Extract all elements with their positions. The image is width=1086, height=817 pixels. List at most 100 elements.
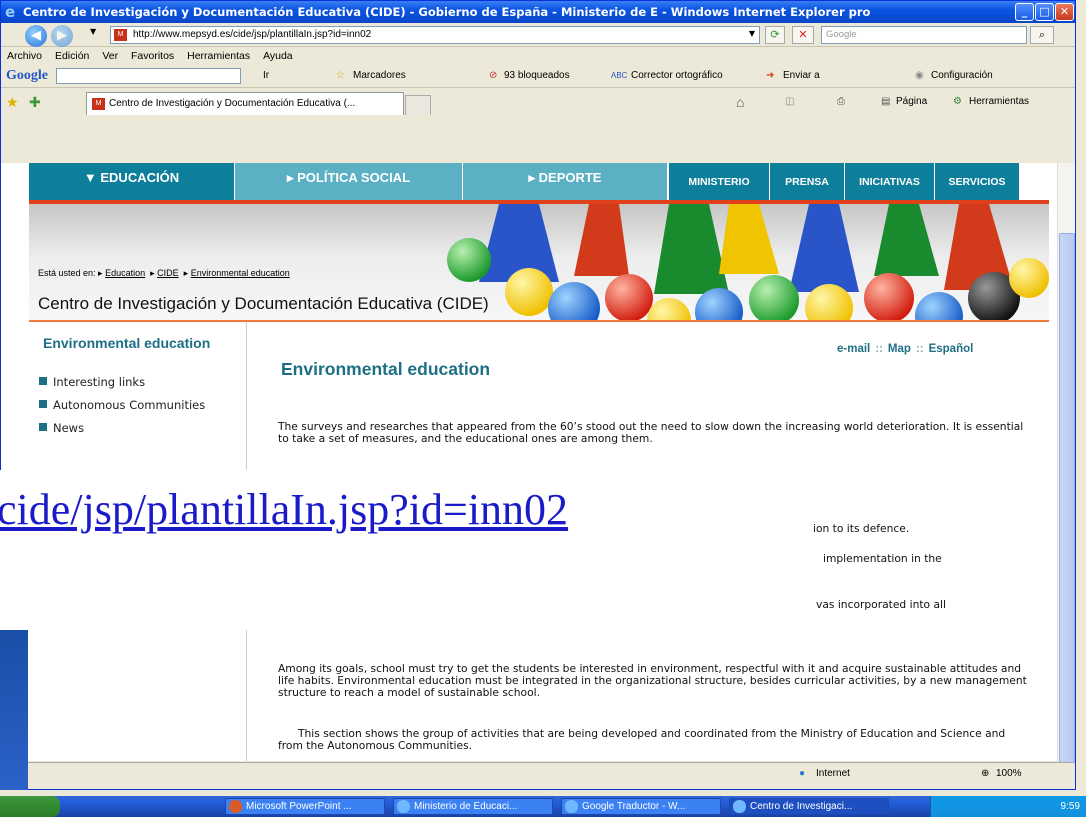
menu-ayuda[interactable]: Ayuda xyxy=(263,50,293,62)
url-overlay: cide/jsp/plantillaIn.jsp?id=inn02 ion to… xyxy=(0,470,946,630)
ie-icon xyxy=(397,800,410,813)
breadcrumb-cide[interactable]: CIDE xyxy=(157,268,179,278)
email-link[interactable]: e-mail xyxy=(837,343,870,355)
nav-label-educacion: EDUCACIÓN xyxy=(100,170,180,185)
spellcheck-button[interactable]: Corrector ortográfico xyxy=(631,64,723,88)
sidebar-item-label: Interesting links xyxy=(53,375,146,389)
espanol-link[interactable]: Español xyxy=(929,343,974,355)
print-icon[interactable]: ⎙ xyxy=(837,89,845,115)
zoom-icon: ⊕ xyxy=(981,768,990,779)
task-label: Centro de Investigaci... xyxy=(750,801,853,812)
menu-ver[interactable]: Ver xyxy=(102,50,118,62)
menu-favoritos[interactable]: Favoritos xyxy=(131,50,174,62)
task-powerpoint[interactable]: Microsoft PowerPoint ... xyxy=(225,798,385,815)
breadcrumb: Está usted en: ▸ Education ▸ CIDE ▸ Envi… xyxy=(38,268,290,278)
tools-gear-icon: ⚙ xyxy=(953,96,962,107)
map-link[interactable]: Map xyxy=(888,343,911,355)
history-dropdown-icon[interactable]: ▼ xyxy=(90,27,96,36)
clock: 9:59 xyxy=(1060,801,1080,812)
vertical-scrollbar[interactable] xyxy=(1057,163,1075,763)
tab-active[interactable]: M Centro de Investigación y Documentació… xyxy=(86,92,404,115)
scrollbar-thumb[interactable] xyxy=(1059,233,1075,763)
stop-button[interactable]: ✕ xyxy=(792,26,814,44)
page-menu[interactable]: Página xyxy=(896,89,927,115)
paragraph-goals: Among its goals, school must try to get … xyxy=(278,662,1027,699)
nav-tab-educacion[interactable]: ▼ EDUCACIÓN xyxy=(29,163,234,200)
nav-servicios[interactable]: SERVICIOS xyxy=(934,163,1019,200)
popup-blocked-count[interactable]: 93 bloqueados xyxy=(504,64,570,88)
powerpoint-icon xyxy=(229,800,242,813)
paragraph-section: This section shows the group of activiti… xyxy=(278,727,1006,752)
new-tab-button[interactable] xyxy=(405,95,431,115)
site-favicon: M xyxy=(114,29,127,41)
star-icon: ☆ xyxy=(336,70,345,81)
bullet-icon xyxy=(39,377,47,385)
home-icon[interactable]: ⌂ xyxy=(736,89,744,115)
sidebar-item-autonomous-communities[interactable]: Autonomous Communities xyxy=(39,398,205,412)
menu-edicion[interactable]: Edición xyxy=(55,50,89,62)
google-logo: Google xyxy=(6,68,48,83)
feeds-icon[interactable]: ◫ xyxy=(785,89,794,115)
desktop-edge xyxy=(0,630,28,790)
security-zone: Internet xyxy=(816,768,850,779)
browser-window: e Centro de Investigación y Documentació… xyxy=(0,0,1076,790)
google-search-input[interactable] xyxy=(56,68,241,84)
sidebar-item-label: Autonomous Communities xyxy=(53,398,206,412)
internet-zone-icon: ● xyxy=(799,768,806,779)
task-centro[interactable]: Centro de Investigaci... xyxy=(729,798,889,815)
send-to-button[interactable]: Enviar a xyxy=(783,64,820,88)
page-icon: ▤ xyxy=(881,96,891,107)
bookmarks-button[interactable]: Marcadores xyxy=(353,64,406,88)
zoom-level[interactable]: 100% xyxy=(996,763,1022,785)
nav-label-deporte: DEPORTE xyxy=(538,170,602,185)
nav-prensa[interactable]: PRENSA xyxy=(769,163,844,200)
close-button[interactable]: ✕ xyxy=(1055,3,1074,21)
sidebar-item-news[interactable]: News xyxy=(39,421,84,435)
tab-title: Centro de Investigación y Documentación … xyxy=(109,98,356,109)
overlay-url-link[interactable]: cide/jsp/plantillaIn.jsp?id=inn02 xyxy=(0,484,568,535)
nav-ministerio[interactable]: MINISTERIO xyxy=(669,163,769,200)
address-field[interactable]: M http://www.mepsyd.es/cide/jsp/plantill… xyxy=(110,26,760,44)
settings-icon: ◉ xyxy=(915,70,924,81)
minimize-button[interactable]: _ xyxy=(1015,3,1034,21)
sidebar-item-label: News xyxy=(53,421,85,435)
tab-bar: ★ ✚ M Centro de Investigación y Document… xyxy=(1,89,1075,115)
settings-button[interactable]: Configuración xyxy=(931,64,993,88)
tools-menu[interactable]: Herramientas xyxy=(969,89,1029,115)
task-ministerio[interactable]: Ministerio de Educaci... xyxy=(393,798,553,815)
add-favorites-icon[interactable]: ✚ xyxy=(29,89,41,115)
page-title: Environmental education xyxy=(281,359,491,379)
menu-herramientas[interactable]: Herramientas xyxy=(187,50,250,62)
breadcrumb-environmental[interactable]: Environmental education xyxy=(191,268,290,278)
bullet-icon xyxy=(39,400,47,408)
page-viewport: ▼ EDUCACIÓN ▸ POLÍTICA SOCIAL ▸ DEPORTE … xyxy=(1,163,1057,761)
back-button[interactable]: ◀ xyxy=(25,25,47,47)
maximize-button[interactable]: □ xyxy=(1035,3,1054,21)
taskbar: Microsoft PowerPoint ... Ministerio de E… xyxy=(0,796,1086,817)
nav-tab-deporte[interactable]: ▸ DEPORTE xyxy=(462,163,667,200)
sidebar-item-interesting-links[interactable]: Interesting links xyxy=(39,375,145,389)
utility-links: e-mail:: Map:: Español xyxy=(837,343,974,355)
address-dropdown-icon[interactable]: ▼ xyxy=(743,26,761,44)
nav-iniciativas[interactable]: INICIATIVAS xyxy=(844,163,934,200)
google-toolbar: Google Ir ☆ Marcadores ⊘ 93 bloqueados A… xyxy=(1,64,1075,88)
task-google-traductor[interactable]: Google Traductor - W... xyxy=(561,798,721,815)
paragraph-intro: The surveys and researches that appeared… xyxy=(278,420,1024,445)
task-label: Ministerio de Educaci... xyxy=(414,801,518,812)
ie-icon xyxy=(565,800,578,813)
nav-tab-politica-social[interactable]: ▸ POLÍTICA SOCIAL xyxy=(234,163,462,200)
menu-bar: Archivo Edición Ver Favoritos Herramient… xyxy=(1,48,1075,64)
search-input[interactable]: Google xyxy=(821,26,1027,44)
forward-button[interactable]: ▶ xyxy=(51,25,73,47)
google-go-button[interactable]: Ir xyxy=(263,64,269,88)
start-button[interactable] xyxy=(0,796,60,817)
favorites-star-icon[interactable]: ★ xyxy=(6,89,19,115)
spellcheck-icon: ABC xyxy=(611,71,628,80)
menu-archivo[interactable]: Archivo xyxy=(7,50,42,62)
search-button[interactable]: ⌕ xyxy=(1030,26,1054,44)
breadcrumb-education[interactable]: Education xyxy=(105,268,145,278)
text-fragment-2: implementation in the xyxy=(823,552,942,565)
text-fragment-3: vas incorporated into all xyxy=(816,598,946,611)
refresh-button[interactable]: ⟳ xyxy=(765,26,785,44)
breadcrumb-prefix: Está usted en: xyxy=(38,268,96,278)
